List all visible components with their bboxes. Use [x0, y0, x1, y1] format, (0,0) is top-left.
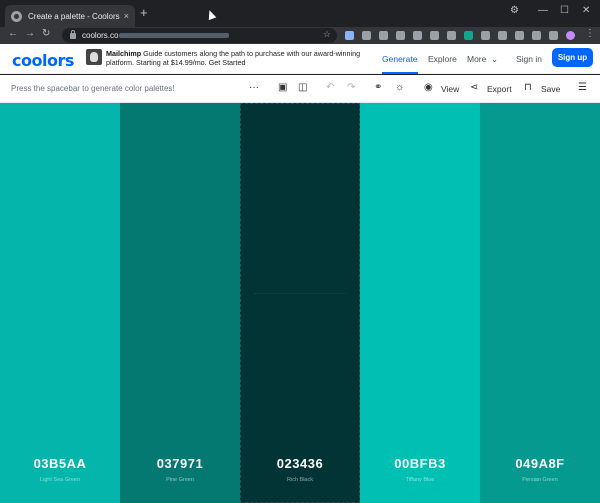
browser-tab[interactable]: Create a palette - Coolors ×	[5, 5, 135, 27]
redo-icon[interactable]: ↷	[347, 82, 355, 94]
nav-explore[interactable]: Explore	[428, 54, 457, 64]
tab-close-icon[interactable]: ×	[124, 11, 129, 21]
more-options-icon[interactable]: ···	[249, 82, 259, 94]
forward-arrow-icon[interactable]: →	[25, 28, 35, 39]
reload-icon[interactable]: ↻	[42, 28, 50, 39]
extension-icon[interactable]	[396, 31, 405, 40]
maximize-button[interactable]: ☐	[560, 5, 569, 16]
ad-cta[interactable]: Get Started	[209, 58, 246, 67]
new-tab-button[interactable]: +	[140, 6, 148, 20]
extension-icon[interactable]	[379, 31, 388, 40]
ad-brand: Mailchimp	[106, 49, 142, 58]
color-swatch[interactable]: 023436 Rich Black	[240, 103, 360, 503]
swatch-name: Pine Green	[166, 477, 194, 483]
lock-icon	[70, 29, 76, 39]
ad-text-block: Mailchimp Guide customers along the path…	[106, 49, 368, 71]
url-path-blurred	[119, 33, 230, 38]
site-header: coolors Mailchimp Guide customers along …	[0, 44, 600, 74]
coolors-logo[interactable]: coolors	[12, 51, 74, 70]
browser-tab-bar: Create a palette - Coolors × + ⚙ — ☐ ✕	[0, 0, 600, 27]
camera-icon[interactable]: ▣	[278, 82, 287, 94]
sign-in-link[interactable]: Sign in	[516, 54, 542, 64]
extension-icon[interactable]	[413, 31, 422, 40]
puzzle-extensions-icon[interactable]	[549, 31, 558, 40]
extension-icon[interactable]	[447, 31, 456, 40]
nav-active-indicator	[382, 72, 418, 74]
swatch-name: Tiffany Blue	[405, 477, 435, 483]
url-text: coolors.co	[82, 31, 119, 40]
swatch-name: Persian Green	[522, 477, 558, 483]
extension-icon[interactable]	[362, 31, 371, 40]
toggle-side-panel-icon[interactable]: ◫	[298, 82, 307, 94]
color-palette: 03B5AA Light Sea Green 037971 Pine Green…	[0, 103, 600, 503]
address-bar[interactable]: coolors.co ☆	[62, 28, 337, 43]
back-arrow-icon[interactable]: ←	[8, 28, 18, 39]
sign-up-button[interactable]: Sign up	[552, 48, 593, 67]
extension-icon[interactable]	[481, 31, 490, 40]
coolors-favicon-icon	[11, 10, 22, 22]
mailchimp-logo-icon	[86, 49, 102, 65]
minimize-button[interactable]: —	[538, 5, 548, 16]
tab-title: Create a palette - Coolors	[28, 11, 120, 21]
export-button[interactable]: Export	[487, 84, 512, 94]
extension-icon[interactable]	[498, 31, 507, 40]
color-swatch[interactable]: 037971 Pine Green	[120, 103, 240, 503]
extension-icon[interactable]	[464, 31, 473, 40]
swatch-hex[interactable]: 049A8F	[480, 456, 600, 471]
swatch-hex[interactable]: 023436	[240, 456, 360, 471]
close-window-button[interactable]: ✕	[582, 5, 590, 16]
extension-icon[interactable]	[515, 31, 524, 40]
swatch-hex[interactable]: 00BFB3	[360, 456, 480, 471]
undo-icon[interactable]: ↶	[326, 82, 334, 94]
browser-toolbar: ← → ↻ coolors.co ☆ ⋮	[0, 27, 600, 44]
hamburger-menu-icon[interactable]: ☰	[578, 82, 587, 94]
swatch-hex[interactable]: 03B5AA	[0, 456, 120, 471]
share-icon[interactable]: ⋖	[470, 82, 478, 94]
extension-icon[interactable]	[532, 31, 541, 40]
view-eye-icon[interactable]: ◉	[424, 82, 433, 94]
nav-generate[interactable]: Generate	[382, 54, 417, 64]
color-swatch[interactable]: 049A8F Persian Green	[480, 103, 600, 503]
swatch-name: Rich Black	[287, 477, 313, 483]
nav-more[interactable]: More	[467, 54, 486, 64]
adjust-sun-icon[interactable]: ☼	[395, 82, 404, 94]
swatch-hex[interactable]: 037971	[120, 456, 240, 471]
color-swatch[interactable]: 00BFB3 Tiffany Blue	[360, 103, 480, 503]
bookmark-save-icon[interactable]: ⊓	[524, 82, 532, 94]
color-swatch[interactable]: 03B5AA Light Sea Green	[0, 103, 120, 503]
extension-icon[interactable]	[345, 31, 354, 40]
swatch-hover-guide	[254, 293, 346, 294]
extension-icon[interactable]	[430, 31, 439, 40]
color-blindness-glasses-icon[interactable]: ⚭	[374, 82, 382, 94]
sponsored-ad[interactable]: Mailchimp Guide customers along the path…	[86, 49, 368, 71]
settings-gear-icon[interactable]: ⚙	[510, 5, 519, 16]
browser-menu-icon[interactable]: ⋮	[585, 28, 595, 39]
chevron-down-icon[interactable]: ⌄	[491, 54, 498, 65]
bookmark-star-icon[interactable]: ☆	[323, 29, 331, 40]
profile-avatar[interactable]	[566, 31, 575, 40]
generator-toolbar: Press the spacebar to generate color pal…	[0, 75, 600, 103]
view-button[interactable]: View	[441, 84, 459, 94]
save-button[interactable]: Save	[541, 84, 560, 94]
spacebar-hint: Press the spacebar to generate color pal…	[11, 84, 175, 93]
swatch-name: Light Sea Green	[39, 477, 81, 483]
